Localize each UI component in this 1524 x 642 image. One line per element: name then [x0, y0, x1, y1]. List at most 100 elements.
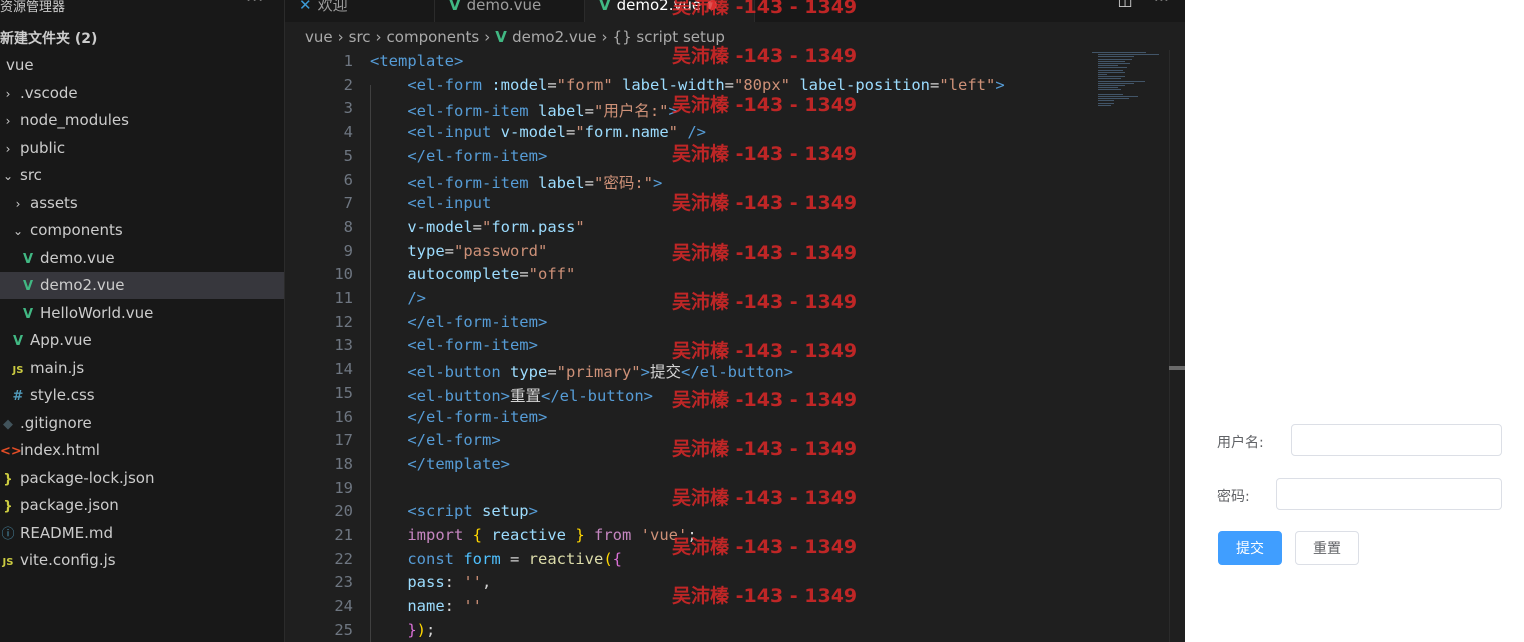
- code-token: type: [509, 363, 548, 382]
- code-line[interactable]: autocomplete="off": [370, 265, 575, 283]
- tab-1[interactable]: ✕ 欢迎: [285, 0, 435, 22]
- breadcrumb-item[interactable]: src: [349, 28, 371, 46]
- tree-item[interactable]: › public: [0, 135, 284, 162]
- code-token: "primary": [556, 363, 641, 382]
- code-token: =: [547, 75, 557, 94]
- code-line[interactable]: name: '': [370, 597, 482, 615]
- line-number: 10: [334, 265, 353, 284]
- code-line[interactable]: <script setup>: [370, 502, 538, 520]
- code-line[interactable]: </el-form-item>: [370, 408, 547, 426]
- tree-item[interactable]: } package-lock.json: [0, 465, 284, 492]
- breadcrumb-item[interactable]: components: [387, 28, 480, 46]
- minimap-line: [1098, 54, 1160, 56]
- code-token: <el-button: [370, 363, 510, 382]
- scrollbar-thumb[interactable]: [1169, 366, 1185, 370]
- minimap-line: [1098, 60, 1125, 62]
- username-input[interactable]: [1291, 424, 1502, 456]
- code-line[interactable]: <el-form-item label="密码:">: [370, 171, 662, 193]
- code-line[interactable]: </el-form-item>: [370, 147, 547, 165]
- code-token: <el-input: [370, 123, 501, 142]
- more-icon[interactable]: ···: [1154, 0, 1169, 9]
- line-number: 9: [343, 241, 353, 260]
- tree-item[interactable]: › node_modules: [0, 107, 284, 134]
- tree-item[interactable]: ⓘ README.md: [0, 520, 284, 547]
- tree-item[interactable]: JS vite.config.js: [0, 547, 284, 574]
- code-line[interactable]: v-model="form.pass": [370, 218, 584, 236]
- code-line[interactable]: <el-button>重置</el-button>: [370, 384, 653, 406]
- watermark-text: 吴沛榛 -143 - 1349: [672, 143, 858, 166]
- code-line[interactable]: type="password": [370, 242, 547, 260]
- code-line[interactable]: });: [370, 621, 435, 639]
- watermark-text: 吴沛榛 -143 - 1349: [672, 437, 858, 460]
- tree-item[interactable]: <>index.html: [0, 437, 284, 464]
- workspace-folder-title[interactable]: 新建文件夹 (2): [0, 28, 97, 48]
- chevron-right-icon: ›: [601, 28, 608, 46]
- code-token: "password": [454, 241, 548, 260]
- line-number: 11: [334, 289, 353, 307]
- code-token: <el-input: [370, 194, 492, 213]
- tree-item[interactable]: JS main.js: [0, 355, 284, 382]
- code-token: =: [444, 241, 454, 260]
- tree-item[interactable]: V HelloWorld.vue: [0, 300, 284, 327]
- tree-item[interactable]: Vdemo2.vue: [0, 272, 284, 299]
- tree-item[interactable]: › assets: [0, 190, 284, 217]
- code-token: =: [929, 75, 940, 94]
- code-line[interactable]: </template>: [370, 455, 510, 473]
- js-file-icon: JS: [12, 364, 24, 376]
- line-number: 1: [343, 52, 353, 70]
- tree-item[interactable]: } package.json: [0, 492, 284, 519]
- code-token: >: [528, 502, 538, 521]
- code-line[interactable]: <el-form-item label="用户名:">: [370, 99, 678, 121]
- tree-item[interactable]: ◆ .gitignore: [0, 410, 284, 437]
- code-line[interactable]: <el-input: [370, 194, 491, 212]
- vscode-window: 资源管理器 ··· 新建文件夹 (2) vue›.vscode›node_mod…: [0, 0, 1185, 642]
- tree-item[interactable]: › .vscode: [0, 80, 284, 107]
- explorer-title: 资源管理器: [0, 0, 66, 15]
- code-line[interactable]: <el-form-item>: [370, 336, 538, 354]
- chevron-right-icon: ›: [375, 28, 382, 46]
- code-token: =: [500, 549, 529, 568]
- line-number: 19: [334, 478, 353, 497]
- tree-item[interactable]: ⌄ components: [0, 217, 284, 244]
- line-number: 20: [334, 502, 353, 521]
- breadcrumb-item[interactable]: vue: [305, 28, 333, 46]
- tree-item[interactable]: Vdemo.vue: [0, 245, 284, 272]
- minimap-line: [1098, 65, 1118, 67]
- vertical-scrollbar[interactable]: [1169, 50, 1185, 642]
- code-line[interactable]: <template>: [370, 52, 463, 70]
- minimap-line: [1098, 96, 1138, 97]
- code-token: </el-form-item>: [370, 312, 548, 331]
- code-line[interactable]: </el-form>: [370, 431, 500, 449]
- split-editor-icon[interactable]: ◫: [1118, 0, 1133, 9]
- code-line[interactable]: pass: '',: [370, 573, 491, 591]
- code-token: const: [370, 549, 464, 568]
- code-line[interactable]: import { reactive } from 'vue';: [370, 526, 696, 544]
- password-input[interactable]: [1276, 478, 1502, 510]
- tree-item[interactable]: ⌄ src: [0, 162, 284, 189]
- chevron-right-icon: ›: [5, 86, 11, 101]
- tab-label: demo.vue: [466, 0, 542, 14]
- code-token: "off": [528, 265, 576, 284]
- code-token: </el-button>: [541, 386, 653, 405]
- chevron-right-icon: ›: [5, 141, 11, 156]
- submit-button[interactable]: 提交: [1218, 531, 1282, 565]
- code-line[interactable]: />: [370, 289, 426, 307]
- tab-2[interactable]: Vdemo.vue: [435, 0, 585, 22]
- watermark-text: 吴沛榛 -143 - 1349: [672, 241, 858, 264]
- code-line[interactable]: <el-button type="primary">提交</el-button>: [370, 360, 793, 382]
- code-line[interactable]: <el-input v-model="form.name" />: [370, 123, 706, 141]
- code-token: =: [584, 173, 594, 192]
- code-token: setup: [481, 502, 529, 521]
- more-actions-icon[interactable]: ···: [246, 0, 264, 9]
- tree-item[interactable]: vue: [0, 52, 284, 79]
- breadcrumb-item[interactable]: demo2.vue: [512, 28, 596, 46]
- code-token: form.name: [584, 123, 669, 142]
- reset-button[interactable]: 重置: [1295, 531, 1359, 565]
- tree-item[interactable]: # style.css: [0, 382, 284, 409]
- minimap[interactable]: [1092, 50, 1167, 110]
- line-number: 25: [334, 620, 353, 639]
- code-line[interactable]: const form = reactive({: [370, 550, 622, 568]
- tree-item[interactable]: V App.vue: [0, 327, 284, 354]
- code-line[interactable]: </el-form-item>: [370, 313, 547, 331]
- code-token: type: [370, 241, 445, 260]
